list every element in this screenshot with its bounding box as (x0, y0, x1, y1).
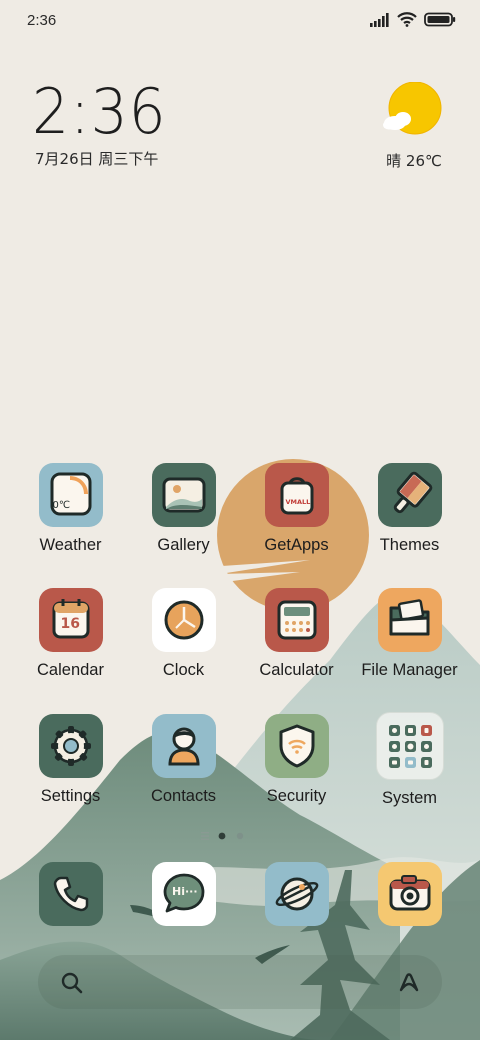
app-label: Weather (39, 536, 102, 554)
clock-date: 7月26日 周三下午 (35, 150, 159, 168)
page-indicator[interactable] (199, 830, 249, 842)
status-bar: 2:36 (0, 0, 480, 44)
app-label: System (381, 789, 437, 807)
weather-icon-temp: 0℃ (52, 500, 71, 511)
weather-icon: 0℃ (38, 463, 103, 527)
page-dot-active (218, 832, 226, 840)
status-icons (370, 12, 456, 27)
app-gallery[interactable]: Gallery (127, 463, 240, 555)
app-settings[interactable]: Settings (14, 714, 127, 806)
message-icon-text: Hi··· (172, 885, 198, 898)
app-label: Contacts (150, 787, 217, 805)
calendar-icon: 16 (38, 588, 103, 652)
calculator-icon (264, 588, 329, 652)
battery-icon (424, 12, 456, 27)
themes-icon (377, 463, 442, 527)
weather-widget[interactable]: 晴 26℃ (378, 81, 450, 171)
wifi-icon (397, 12, 417, 27)
app-system-folder[interactable]: System (353, 712, 466, 808)
clock-widget[interactable]: 2:36 7月26日 周三下午 (32, 78, 175, 169)
app-getapps[interactable]: VMALL GetApps (240, 463, 353, 555)
dock-phone[interactable] (39, 862, 103, 926)
dock-camera[interactable] (378, 862, 442, 926)
dock-browser[interactable] (265, 862, 329, 926)
app-label: Security (266, 787, 327, 805)
shield-icon (264, 714, 329, 778)
browser-icon (275, 877, 319, 911)
app-label: Calendar (37, 661, 104, 679)
app-themes[interactable]: Themes (353, 463, 466, 555)
app-label: File Manager (361, 661, 458, 679)
camera-icon (389, 875, 431, 911)
app-label: GetApps (264, 536, 329, 554)
getapps-icon-text: VMALL (285, 498, 311, 506)
app-file-manager[interactable]: File Manager (353, 588, 466, 680)
dock-messaging[interactable]: Hi··· (152, 862, 216, 926)
system-folder-icon (375, 712, 444, 780)
calendar-icon-day: 16 (60, 616, 80, 632)
contact-icon (151, 714, 216, 778)
page-dot (236, 832, 244, 840)
app-label: Clock (162, 661, 205, 679)
app-weather[interactable]: 0℃ Weather (14, 463, 127, 555)
app-label: Gallery (157, 536, 210, 554)
folder-icon (377, 588, 442, 652)
search-icon[interactable] (60, 971, 84, 995)
gear-icon (38, 714, 103, 778)
app-calculator[interactable]: Calculator (240, 588, 353, 680)
clock-time: 2:36 (32, 75, 167, 148)
app-security[interactable]: Security (240, 714, 353, 806)
app-label: Settings (40, 787, 101, 805)
getapps-icon: VMALL (264, 463, 329, 527)
app-label: Calculator (259, 661, 334, 679)
assistant-icon[interactable] (396, 969, 422, 995)
search-bar[interactable] (38, 955, 442, 1009)
home-screen: 2:36 2:36 7月26日 周三下午 晴 26℃ 0℃ Weather Ga… (0, 0, 480, 1040)
status-time: 2:36 (27, 12, 57, 29)
sun-cloud-icon (383, 81, 442, 135)
list-indicator-icon (201, 832, 209, 840)
phone-icon (53, 876, 89, 912)
gallery-icon (151, 463, 216, 527)
signal-icon (370, 12, 389, 27)
weather-text: 晴 26℃ (386, 152, 442, 170)
clock-icon (151, 588, 216, 652)
app-clock[interactable]: Clock (127, 588, 240, 680)
app-calendar[interactable]: 16 Calendar (14, 588, 127, 680)
app-label: Themes (379, 536, 440, 554)
app-contacts[interactable]: Contacts (127, 714, 240, 806)
